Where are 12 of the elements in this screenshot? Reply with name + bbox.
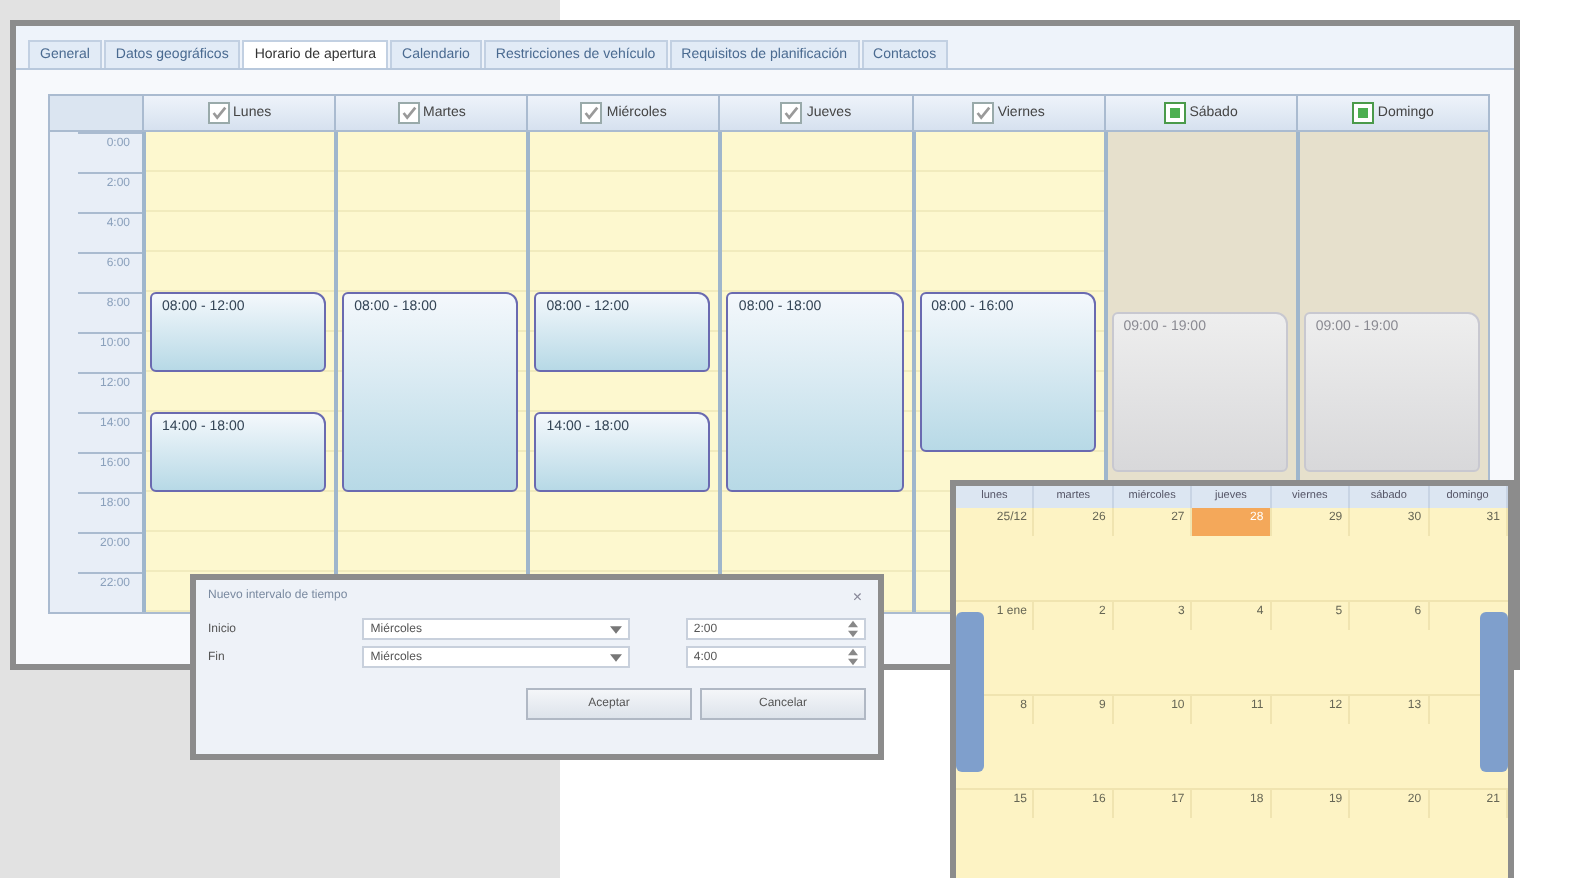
- dropdown-arrow-icon: [609, 625, 622, 633]
- day-checkbox[interactable]: [207, 102, 230, 124]
- spinner-arrows-icon: [848, 648, 858, 666]
- spinner-arrows-icon: [848, 620, 858, 638]
- day-checkbox[interactable]: [971, 102, 994, 124]
- day-checkbox[interactable]: [580, 102, 603, 124]
- day-checkbox[interactable]: [780, 102, 803, 124]
- day-checkbox[interactable]: [1351, 102, 1374, 124]
- day-checkbox[interactable]: [397, 102, 419, 124]
- dropdown-arrow-icon: [609, 653, 622, 661]
- close-button[interactable]: ×: [848, 587, 866, 605]
- day-checkbox[interactable]: [1163, 102, 1186, 124]
